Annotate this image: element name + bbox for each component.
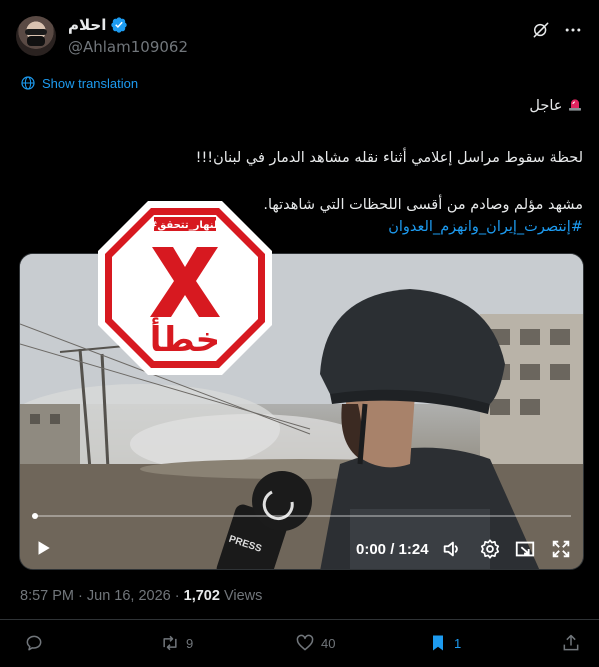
- volume-icon[interactable]: [441, 538, 463, 560]
- bookmark-button[interactable]: 1: [428, 633, 461, 653]
- share-button[interactable]: [561, 633, 581, 653]
- tweet-timestamp[interactable]: 8:57 PM · Jun 16, 2026 ·: [20, 588, 184, 604]
- like-button[interactable]: 40: [295, 633, 335, 653]
- tweet-header: احلام @Ahlam109062: [16, 12, 583, 60]
- bookmark-icon: [433, 635, 443, 651]
- progress-knob[interactable]: [32, 513, 38, 519]
- repost-icon: [163, 635, 177, 651]
- name-row: احلام: [68, 16, 128, 34]
- video-progress-bar[interactable]: [32, 513, 571, 519]
- stamp-verdict: خطأ: [150, 317, 220, 360]
- fullscreen-icon[interactable]: [550, 538, 572, 560]
- play-icon[interactable]: [34, 539, 52, 557]
- tweet-meta: 8:57 PM · Jun 16, 2026 · 1,702 Views: [20, 588, 262, 604]
- avatar-glasses: [25, 29, 47, 35]
- tweet-hashtag[interactable]: #إنتصرت_إيران_وانهزم_العدوان: [388, 217, 583, 238]
- settings-icon[interactable]: [479, 538, 501, 560]
- more-options-icon[interactable]: [563, 20, 583, 40]
- display-name[interactable]: احلام: [68, 16, 106, 34]
- reply-button[interactable]: [24, 633, 50, 653]
- show-translation-link[interactable]: Show translation: [20, 75, 138, 91]
- share-icon: [563, 634, 579, 651]
- verified-badge-icon: [111, 17, 128, 33]
- breaking-label: عاجل: [529, 98, 563, 114]
- grok-icon[interactable]: [531, 20, 551, 40]
- views-count: 1,702: [183, 588, 220, 604]
- tweet-line-3: مشهد مؤلم وصادم من أقسى اللحظات التي شاه…: [263, 197, 583, 213]
- video-time: 0:00 / 1:24: [356, 541, 429, 558]
- siren-icon: [569, 99, 581, 111]
- action-bar: 9 40 1: [0, 633, 599, 661]
- video-controls: 0:00 / 1:24: [20, 529, 583, 569]
- divider: [0, 619, 599, 620]
- avatar-mask: [27, 36, 45, 46]
- views-label: Views: [219, 588, 263, 604]
- like-count: 40: [321, 635, 336, 651]
- repost-count: 9: [186, 635, 194, 651]
- heart-icon: [296, 634, 314, 651]
- translation-label: Show translation: [42, 75, 139, 91]
- tweet-line-2: لحظة سقوط مراسل إعلامي أثناء نقله مشاهد …: [195, 150, 583, 166]
- bookmark-count: 1: [454, 635, 462, 651]
- repost-button[interactable]: 9: [160, 633, 193, 653]
- pip-icon[interactable]: [514, 538, 536, 560]
- avatar[interactable]: [16, 16, 56, 56]
- fact-check-stamp: #النهار_تتحقق خطأ: [98, 201, 272, 375]
- stamp-tag: #النهار_تتحقق: [149, 220, 221, 231]
- reply-icon: [26, 635, 42, 651]
- tweet-line-breaking: عاجل: [529, 96, 583, 117]
- user-handle[interactable]: @Ahlam109062: [68, 38, 188, 56]
- globe-icon: [21, 76, 35, 90]
